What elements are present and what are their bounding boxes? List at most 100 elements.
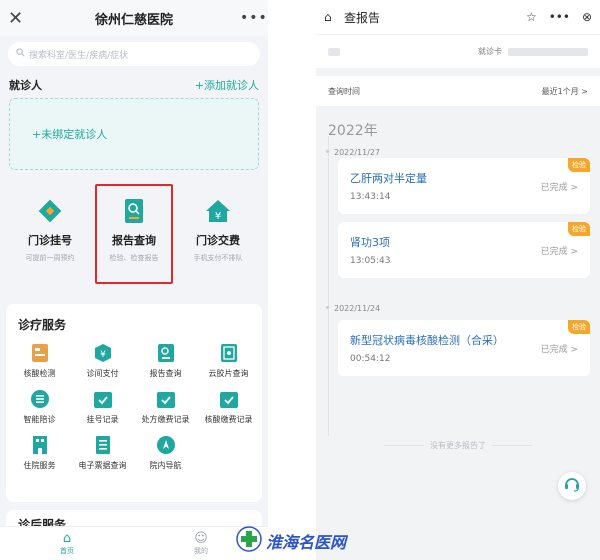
report-card[interactable]: 检验 新型冠状病毒核酸检测（合采） 00:54:12 已完成 >	[338, 320, 590, 376]
service-item-label: 院内导航	[149, 461, 182, 470]
service-item-smart-guide[interactable]: 智能陪诊	[8, 389, 71, 425]
report-time: 13:05:43	[350, 256, 391, 266]
year-heading: 2022年	[328, 123, 378, 139]
report-badge: 检验	[568, 320, 590, 334]
service-item-nucleic-test[interactable]: 核酸检测	[8, 343, 71, 379]
home-icon[interactable]: ⌂	[324, 10, 340, 24]
svg-text:¥: ¥	[100, 350, 106, 360]
page-title: 查报告	[344, 10, 381, 25]
service-grid: 核酸检测 ¥ 诊间支付 报告查询 云胶片查询 智能陪诊 挂号记录 处方缴费记录 …	[6, 333, 262, 471]
clinic-register-icon	[37, 198, 63, 224]
svg-text:¥: ¥	[215, 211, 221, 222]
search-icon	[16, 48, 25, 60]
top-bar: ✕ 徐州仁慈医院 •••	[0, 0, 268, 36]
report-badge: 检验	[568, 222, 590, 236]
report-name: 肾功3项	[350, 236, 390, 249]
quick-name: 报告查询	[112, 234, 156, 247]
report-list-screen: ⌂ 查报告 ☆ ••• ⊗ 就诊卡 查询时间 最近1个月 > 2022年 202…	[316, 0, 600, 560]
nucleic-test-icon	[30, 343, 50, 363]
service-item-cloud-film[interactable]: 云胶片查询	[197, 343, 260, 379]
service-item-label: 核酸检测	[23, 369, 56, 378]
report-badge: 检验	[568, 158, 590, 172]
quick-report-query[interactable]: 报告查询 检验、检查报告	[95, 184, 173, 284]
tab-profile[interactable]: ☺ 我的	[194, 530, 208, 556]
no-more-reports: 没有更多报告了	[316, 440, 600, 451]
service-item-e-invoice[interactable]: 电子票据查询	[71, 435, 134, 471]
service-item-nucleic-pay-record[interactable]: 核酸缴费记录	[197, 389, 260, 425]
service-item-label: 处方缴费记录	[141, 415, 190, 424]
smart-guide-icon	[30, 389, 50, 409]
quick-name: 门诊挂号	[28, 234, 72, 247]
quick-clinic-payment[interactable]: ¥ 门诊交费 手机支付不排队	[179, 188, 257, 284]
report-card[interactable]: 检验 肾功3项 13:05:43 已完成 >	[338, 222, 590, 278]
report-time: 00:54:12	[350, 354, 391, 364]
service-item-label: 住院服务	[23, 461, 56, 470]
service-item-label: 智能陪诊	[23, 415, 56, 424]
service-item-register-record[interactable]: 挂号记录	[71, 389, 134, 425]
query-time-row[interactable]: 查询时间 最近1个月 >	[316, 76, 600, 106]
report-status: 已完成 >	[540, 345, 578, 355]
report-name: 乙肝两对半定量	[350, 172, 427, 185]
close-circle-icon[interactable]: ⊗	[582, 10, 592, 24]
quick-clinic-register[interactable]: 门诊挂号 可提前一周预约	[11, 188, 89, 284]
avatar-blur	[328, 47, 340, 56]
card-label: 就诊卡	[478, 47, 502, 56]
service-item-label: 报告查询	[149, 369, 182, 378]
patient-header: 就诊人 +添加就诊人	[0, 72, 268, 98]
service-item-label: 核酸缴费记录	[204, 415, 253, 424]
page-title: 徐州仁慈医院	[94, 12, 173, 28]
quick-actions: 门诊挂号 可提前一周预约 报告查询 检验、检查报告 ¥ 门诊交费 手机支付不排队	[0, 184, 268, 284]
timeline-line	[328, 136, 329, 436]
query-label: 查询时间	[328, 86, 360, 96]
service-item-inpatient[interactable]: 住院服务	[8, 435, 71, 471]
quick-sub: 可提前一周预约	[25, 254, 75, 262]
register-record-icon	[93, 389, 113, 409]
customer-service-button[interactable]	[558, 472, 586, 500]
hospital-home-screen: ✕ 徐州仁慈医院 ••• 搜索科室/医生/疾病/症状 就诊人 +添加就诊人 +未…	[0, 0, 268, 560]
report-card[interactable]: 检验 乙肝两对半定量 13:43:14 已完成 >	[338, 158, 590, 214]
report-query-icon	[121, 198, 147, 224]
more-dots-icon[interactable]: •••	[549, 10, 570, 24]
report-name: 新型冠状病毒核酸检测（合采）	[350, 334, 504, 347]
cloud-film-icon	[219, 343, 239, 363]
tab-label: 我的	[194, 546, 208, 555]
tab-home[interactable]: ⌂ 首页	[60, 530, 74, 556]
star-icon[interactable]: ☆	[526, 10, 537, 24]
home-icon: ⌂	[62, 530, 72, 546]
payment-house-icon: ¥	[205, 198, 231, 224]
nucleic-pay-record-icon	[219, 389, 239, 409]
service-item-navigation[interactable]: 院内导航	[134, 435, 197, 471]
headset-icon	[563, 475, 581, 497]
profile-icon: ☺	[194, 530, 208, 546]
query-value[interactable]: 最近1个月 >	[542, 86, 588, 97]
report-status: 已完成 >	[540, 247, 578, 257]
quick-name: 门诊交费	[196, 234, 240, 247]
medical-card-row[interactable]: 就诊卡	[316, 34, 600, 68]
more-dots-icon[interactable]: •••	[240, 10, 267, 26]
add-patient-button[interactable]: +添加就诊人	[195, 77, 259, 93]
quick-sub: 手机支付不排队	[193, 254, 243, 262]
bind-patient-card[interactable]: +未绑定就诊人	[9, 98, 259, 170]
screenshot-root: ✕ 徐州仁慈医院 ••• 搜索科室/医生/疾病/症状 就诊人 +添加就诊人 +未…	[0, 0, 600, 560]
navigation-icon	[156, 435, 176, 455]
service-item-report[interactable]: 报告查询	[134, 343, 197, 379]
bind-patient-label: +未绑定就诊人	[32, 128, 108, 141]
service-item-label: 诊间支付	[86, 369, 119, 378]
service-item-consult-pay[interactable]: ¥ 诊间支付	[71, 343, 134, 379]
service-item-prescription-record[interactable]: 处方缴费记录	[134, 389, 197, 425]
close-icon[interactable]: ✕	[8, 8, 28, 29]
tab-label: 首页	[60, 546, 74, 555]
search-input[interactable]: 搜索科室/医生/疾病/症状	[8, 42, 260, 66]
watermark: 淮海名医网	[236, 526, 346, 556]
quick-sub: 检验、检查报告	[109, 254, 159, 262]
report-icon	[156, 343, 176, 363]
section-title: 诊疗服务	[18, 318, 67, 332]
watermark-text: 淮海名医网	[266, 533, 347, 552]
service-section: 诊疗服务 核酸检测 ¥ 诊间支付 报告查询 云胶片查询 智能陪诊 挂号记录 处方…	[6, 304, 262, 502]
consult-pay-icon: ¥	[93, 343, 113, 363]
card-number-blur	[508, 47, 588, 56]
service-item-label: 挂号记录	[86, 415, 119, 424]
inpatient-icon	[30, 435, 50, 455]
prescription-record-icon	[156, 389, 176, 409]
no-more-text: 没有更多报告了	[430, 441, 486, 450]
